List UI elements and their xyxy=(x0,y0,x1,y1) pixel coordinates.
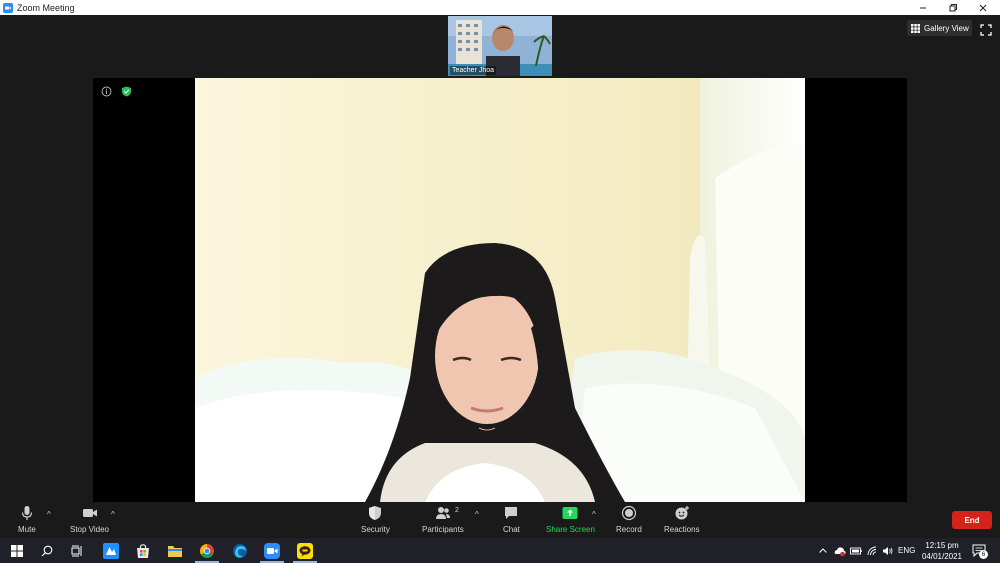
microphone-icon xyxy=(21,506,32,520)
task-view-icon xyxy=(71,545,82,556)
stop-video-label: Stop Video xyxy=(70,525,109,534)
window-title: Zoom Meeting xyxy=(17,2,75,13)
close-button[interactable] xyxy=(968,0,998,15)
mute-label: Mute xyxy=(18,525,36,534)
restore-icon xyxy=(949,3,957,11)
wifi-icon[interactable] xyxy=(867,546,877,556)
participants-count: 2 xyxy=(455,507,459,514)
input-language[interactable]: ENG xyxy=(898,546,915,555)
search-icon xyxy=(41,545,53,556)
share-screen-label: Share Screen xyxy=(546,525,595,534)
fullscreen-icon xyxy=(980,24,992,36)
volume-icon[interactable] xyxy=(882,546,894,556)
audio-options-chevron-icon[interactable]: ^ xyxy=(47,510,51,519)
notification-count-badge: 6 xyxy=(979,550,988,559)
reactions-label: Reactions xyxy=(664,525,700,534)
taskbar-edge[interactable] xyxy=(225,538,255,563)
start-button[interactable] xyxy=(2,538,32,563)
share-screen-icon xyxy=(562,507,578,519)
record-label: Record xyxy=(616,525,642,534)
cloud-sync-icon[interactable] xyxy=(834,545,846,557)
folder-icon xyxy=(168,545,182,557)
stop-video-button[interactable]: Stop Video xyxy=(70,505,109,534)
security-button[interactable]: Security xyxy=(361,505,390,534)
taskbar-file-explorer[interactable] xyxy=(160,538,190,563)
kakaotalk-icon xyxy=(297,542,313,559)
windows-taskbar: ENG 12:15 pm 04/01/2021 6 xyxy=(0,538,1000,563)
taskbar-zoom[interactable] xyxy=(257,538,287,563)
show-hidden-icons-chevron-icon[interactable] xyxy=(818,546,828,556)
clock-date: 04/01/2021 xyxy=(921,552,963,561)
taskbar-clock[interactable]: 12:15 pm 04/01/2021 xyxy=(918,540,966,562)
window-titlebar: Zoom Meeting xyxy=(0,0,1000,15)
share-options-chevron-icon[interactable]: ^ xyxy=(592,510,596,519)
record-icon xyxy=(621,505,636,521)
mute-button[interactable]: Mute xyxy=(18,505,36,534)
security-shield-icon xyxy=(369,506,382,520)
gallery-view-button[interactable]: Gallery View xyxy=(907,20,972,36)
zoom-icon xyxy=(264,542,280,559)
participants-label: Participants xyxy=(422,525,464,534)
taskbar-kakaotalk[interactable] xyxy=(290,538,320,563)
chat-label: Chat xyxy=(503,525,520,534)
chat-bubble-icon xyxy=(505,507,518,519)
taskbar-store[interactable] xyxy=(128,538,158,563)
grid-icon xyxy=(911,23,920,33)
gallery-view-label: Gallery View xyxy=(924,23,969,33)
minimize-icon xyxy=(920,7,926,8)
participants-options-chevron-icon[interactable]: ^ xyxy=(475,510,479,519)
restore-button[interactable] xyxy=(938,0,968,15)
participant-thumbnail[interactable]: Teacher Jhoa xyxy=(448,16,552,76)
zoom-app-icon xyxy=(3,2,13,13)
chrome-icon xyxy=(200,543,214,558)
participant-video-image xyxy=(195,78,805,502)
share-screen-button[interactable]: Share Screen xyxy=(546,505,595,534)
video-camera-icon xyxy=(82,509,97,517)
clock-time: 12:15 pm xyxy=(925,541,959,550)
record-button[interactable]: Record xyxy=(616,505,642,534)
participants-icon xyxy=(435,507,450,519)
search-button[interactable] xyxy=(32,538,62,563)
task-view-button[interactable] xyxy=(62,538,92,563)
close-icon xyxy=(979,4,987,11)
blue-app-icon xyxy=(103,542,119,559)
meeting-toolbar: Mute ^ Stop Video ^ Security Participant… xyxy=(0,502,1000,538)
fullscreen-button[interactable] xyxy=(980,23,992,36)
thumbnail-participant-name: Teacher Jhoa xyxy=(450,66,497,75)
encryption-shield-icon[interactable] xyxy=(121,86,132,97)
chat-button[interactable]: Chat xyxy=(503,505,520,534)
reactions-button[interactable]: Reactions xyxy=(664,505,700,534)
reactions-smiley-icon xyxy=(675,506,689,520)
battery-icon[interactable] xyxy=(850,546,862,556)
participant-video-feed xyxy=(195,78,805,502)
minimize-button[interactable] xyxy=(908,0,938,15)
active-speaker-area xyxy=(93,78,907,502)
taskbar-app-1[interactable] xyxy=(96,538,126,563)
microsoft-store-icon xyxy=(137,543,149,558)
system-tray xyxy=(818,538,894,563)
windows-logo-icon xyxy=(11,544,23,557)
security-label: Security xyxy=(361,525,390,534)
video-options-chevron-icon[interactable]: ^ xyxy=(111,510,115,519)
meeting-info-icon[interactable] xyxy=(101,86,112,97)
edge-browser-icon xyxy=(233,543,247,558)
taskbar-chrome[interactable] xyxy=(192,538,222,563)
meeting-stage: Teacher Jhoa Gallery View xyxy=(0,15,1000,517)
end-meeting-button[interactable]: End xyxy=(952,511,992,529)
